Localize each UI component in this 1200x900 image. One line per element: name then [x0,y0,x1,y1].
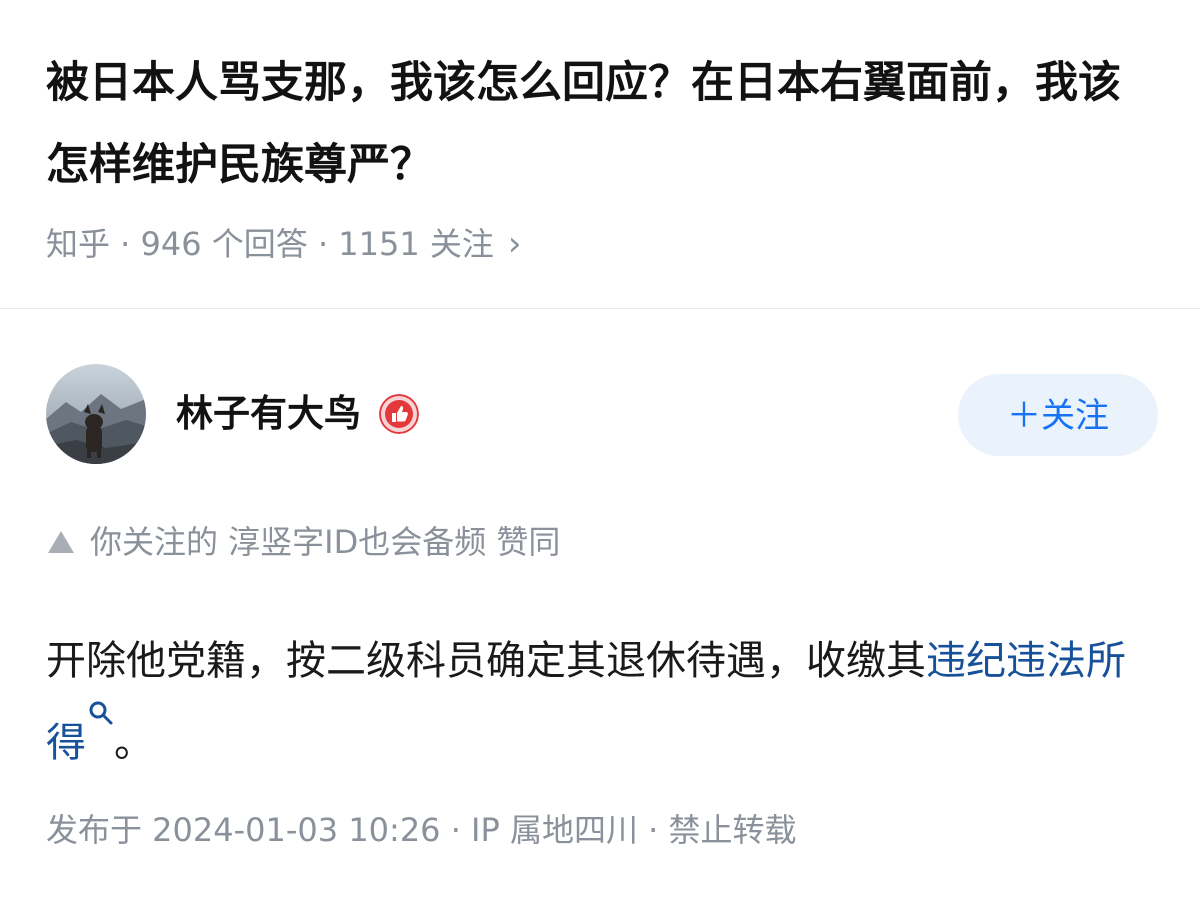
publish-info: 发布于 2024-01-03 10:26 · IP 属地四川 · 禁止转载 [46,811,797,849]
question-meta[interactable]: 知乎 · 946 个回答 · 1151 关注 › [46,224,1156,264]
answer-text: 开除他党籍，按二级科员确定其退休待遇，收缴其 [46,638,926,684]
question-title[interactable]: 被日本人骂支那，我该怎么回应？在日本右翼面前，我该怎样维护民族尊严？ [46,42,1156,206]
avatar[interactable] [46,364,146,464]
upvote-notice-text[interactable]: 你关注的 淳竖字ID也会备频 赞同 [90,520,560,564]
answer-content: 开除他党籍，按二级科员确定其退休待遇，收缴其违纪违法所得。 [46,622,1156,782]
answer-text-end: 。 [114,720,154,766]
follow-button[interactable]: ＋关注 [958,374,1158,456]
question-meta-text: 知乎 · 946 个回答 · 1151 关注 [46,225,494,263]
chevron-right-icon: › [507,224,522,264]
author-row: 林子有大鸟 ＋关注 [46,364,1158,466]
thumbs-up-badge-icon [379,394,419,434]
author-name-row[interactable]: 林子有大鸟 [176,390,419,438]
author-name: 林子有大鸟 [176,392,361,435]
search-icon[interactable] [88,700,114,726]
triangle-up-icon [48,531,74,553]
upvote-notice: 你关注的 淳竖字ID也会备频 赞同 [46,520,560,564]
question-header: 被日本人骂支那，我该怎么回应？在日本右翼面前，我该怎样维护民族尊严？ 知乎 · … [46,42,1156,264]
divider [0,308,1200,309]
dog-avatar-icon [46,364,146,464]
